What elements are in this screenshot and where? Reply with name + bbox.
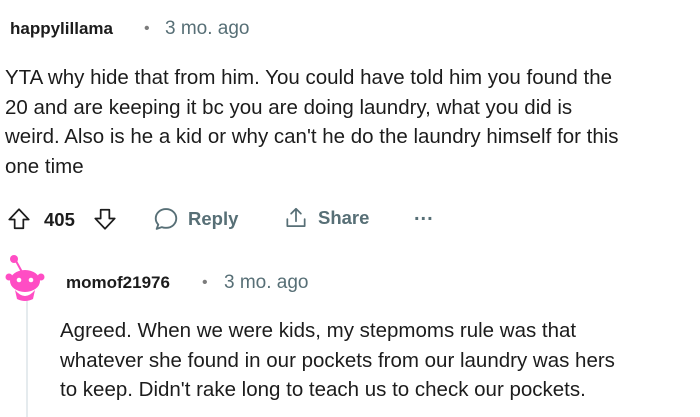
downvote-button[interactable] [92, 206, 118, 237]
vote-score: 405 [44, 209, 75, 230]
speech-bubble-icon [154, 208, 178, 230]
comment-author[interactable]: happylillama [10, 19, 113, 39]
comment-body: Agreed. When we were kids, my stepmoms r… [60, 316, 696, 405]
comment-body-line: to keep. Didn't rake long to teach us to… [60, 378, 586, 401]
share-button[interactable]: Share [283, 204, 369, 232]
comment-body-line: one time [5, 154, 84, 178]
comment-body-line: 20 and are keeping it bc you are doing l… [5, 95, 573, 119]
comment-author[interactable]: momof21976 [66, 273, 170, 293]
avatar[interactable] [3, 252, 47, 301]
snoo-avatar-icon [5, 255, 45, 301]
meta-separator: • [144, 20, 150, 37]
comment-timestamp[interactable]: 3 mo. ago [165, 18, 250, 40]
thread-line[interactable] [26, 298, 28, 417]
reply-label: Reply [188, 208, 239, 229]
comment-body-line: whatever she found in our pockets from o… [60, 348, 615, 372]
comment-body-line: Agreed. When we were kids, my stepmoms r… [60, 319, 577, 342]
comment-body-line: YTA why hide that from him. You could ha… [5, 66, 613, 89]
upvote-button[interactable] [6, 206, 32, 237]
arrow-down-outline-icon [94, 208, 116, 230]
comment-body: YTA why hide that from him. You could ha… [5, 63, 697, 181]
meta-separator: • [202, 274, 208, 291]
reply-button[interactable]: Reply [152, 205, 238, 233]
comment-body-line: weird. Also is he a kid or why can't he … [5, 125, 619, 148]
comment-timestamp[interactable]: 3 mo. ago [224, 272, 309, 294]
arrow-up-outline-icon [8, 208, 30, 230]
share-upload-icon [286, 207, 306, 227]
share-label: Share [318, 207, 370, 228]
more-options-button[interactable]: ... [414, 203, 434, 226]
